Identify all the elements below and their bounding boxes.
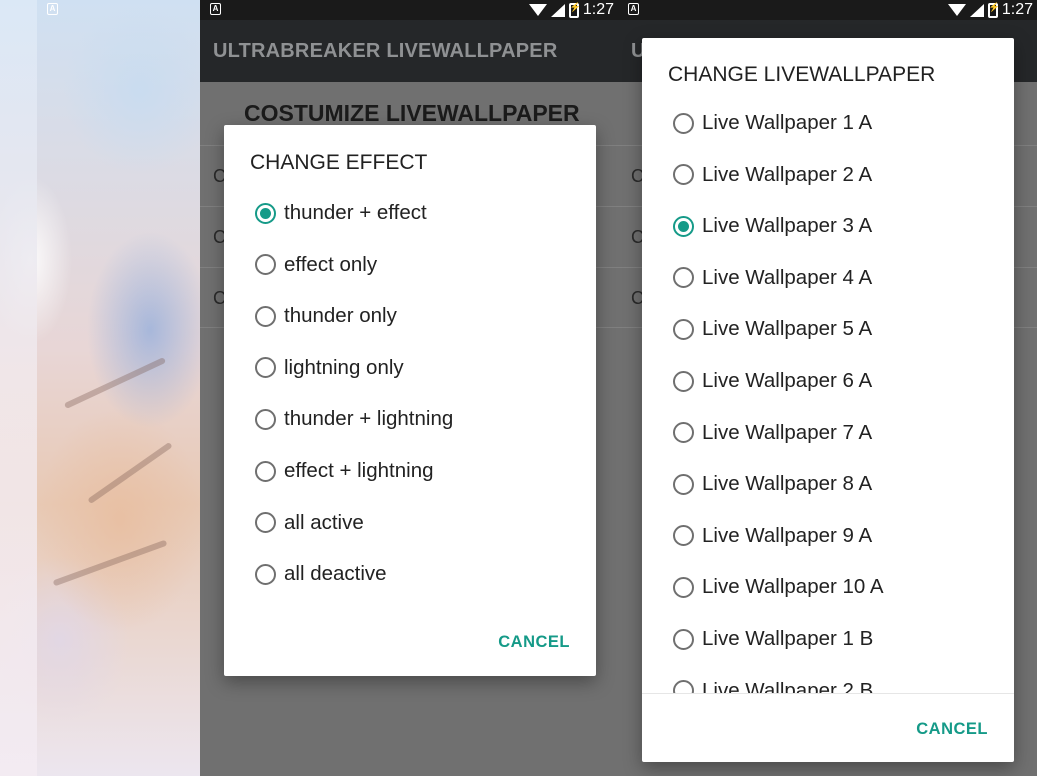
radio-option[interactable]: Live Wallpaper 1 A [673,103,872,143]
wallpaper-art-preview: A [0,0,200,776]
signal-icon [969,3,984,17]
wallpaper-option-list[interactable]: Live Wallpaper 1 A Live Wallpaper 2 A Live… [642,98,1014,693]
art-streak [87,441,173,505]
radio-option[interactable]: Live Wallpaper 10 A [673,567,884,607]
dialog-title: CHANGE LIVEWALLPAPER [668,63,936,86]
radio-unchecked-icon[interactable] [673,318,694,340]
battery-charging-icon [568,2,581,18]
wifi-icon [528,4,547,16]
radio-option[interactable]: Live Wallpaper 2 B [673,671,873,693]
status-bar: A 1:27 [200,0,618,20]
notification-icon: A [210,3,221,15]
radio-option-label: Live Wallpaper 8 A [702,472,873,496]
radio-unchecked-icon[interactable] [255,563,276,585]
art-status-overlay: A [0,0,200,20]
cancel-button[interactable]: CANCEL [916,720,988,739]
radio-option[interactable]: lightning only [255,348,404,388]
radio-unchecked-icon[interactable] [255,512,276,534]
radio-option-label: Live Wallpaper 9 A [702,523,873,547]
radio-option[interactable]: Live Wallpaper 4 A [673,258,872,298]
left-screen: A 1:27 ULTRABREAKER LIVEWALLPAPER COSTUM… [200,0,618,776]
radio-option[interactable]: effect + lightning [255,451,434,491]
radio-option[interactable]: all active [255,503,364,543]
radio-option-label: all deactive [284,562,387,586]
radio-unchecked-icon[interactable] [255,305,276,327]
radio-option-label: lightning only [284,355,404,379]
radio-option[interactable]: Live Wallpaper 1 B [673,619,873,659]
radio-option-label: Live Wallpaper 3 A [702,214,873,238]
radio-checked-icon[interactable] [255,202,276,224]
radio-option-label: Live Wallpaper 10 A [702,575,884,599]
notification-icon: A [47,3,58,15]
radio-option-label: Live Wallpaper 2 B [702,678,874,693]
radio-option[interactable]: Live Wallpaper 8 A [673,464,872,504]
status-icons: 1:27 [528,1,614,19]
art-streak [52,539,168,587]
radio-option-label: Live Wallpaper 4 A [702,265,873,289]
battery-charging-icon [987,2,1000,18]
radio-unchecked-icon[interactable] [255,357,276,379]
right-screen: A 1:27 U C C C CHANGE LIVEWALLPAPER Live… [618,0,1037,776]
change-livewallpaper-dialog: CHANGE LIVEWALLPAPER Live Wallpaper 1 AL… [642,38,1014,762]
radio-unchecked-icon[interactable] [673,164,694,186]
radio-option-label: Live Wallpaper 1 B [702,627,874,650]
change-effect-dialog: CHANGE EFFECT thunder + effect effect onl… [224,125,596,676]
signal-icon [550,3,565,17]
status-bar: A 1:27 [618,0,1037,20]
radio-option[interactable]: Live Wallpaper 7 A [673,413,872,453]
radio-option-label: thunder + effect [284,201,427,224]
radio-option[interactable]: Live Wallpaper 3 A [673,206,872,246]
radio-option-label: Live Wallpaper 1 A [702,111,873,134]
radio-checked-icon[interactable] [673,215,694,237]
radio-unchecked-icon[interactable] [673,576,694,598]
status-icons: 1:27 [947,1,1033,19]
radio-unchecked-icon[interactable] [673,370,694,392]
app-bar: ULTRABREAKER LIVEWALLPAPER [200,20,618,82]
radio-option-label: effect + lightning [284,459,434,482]
radio-option-label: Live Wallpaper 7 A [702,420,873,444]
radio-option-label: all active [284,510,364,534]
radio-option-label: effect only [284,252,378,276]
radio-unchecked-icon[interactable] [673,267,694,289]
dialog-divider [642,693,1014,694]
radio-option-label: thunder + lightning [284,407,454,431]
radio-option[interactable]: Live Wallpaper 2 A [673,155,872,195]
radio-option[interactable]: thunder + lightning [255,399,453,439]
cancel-button[interactable]: CANCEL [498,633,570,652]
radio-option[interactable]: thunder + effect [255,193,427,233]
radio-option[interactable]: all deactive [255,554,387,594]
radio-option-label: Live Wallpaper 6 A [702,369,873,392]
radio-unchecked-icon[interactable] [673,473,694,495]
art-edge-strip [0,0,37,776]
radio-option[interactable]: Live Wallpaper 9 A [673,516,872,556]
radio-unchecked-icon[interactable] [255,408,276,430]
radio-option-label: Live Wallpaper 2 A [702,162,873,186]
status-time: 1:27 [582,1,614,18]
radio-option[interactable]: effect only [255,245,377,285]
radio-unchecked-icon[interactable] [255,254,276,276]
radio-unchecked-icon[interactable] [673,112,694,134]
status-time: 1:27 [1001,1,1033,18]
radio-unchecked-icon[interactable] [673,680,694,693]
radio-option-label: thunder only [284,304,397,328]
radio-unchecked-icon[interactable] [255,460,276,482]
radio-option[interactable]: Live Wallpaper 5 A [673,309,872,349]
section-heading: COSTUMIZE LIVEWALLPAPER [244,100,580,126]
radio-unchecked-icon[interactable] [673,525,694,547]
radio-option[interactable]: thunder only [255,296,397,336]
dialog-title: CHANGE EFFECT [250,151,428,174]
radio-unchecked-icon[interactable] [673,628,694,650]
radio-unchecked-icon[interactable] [673,422,694,444]
radio-option-label: Live Wallpaper 5 A [702,317,873,341]
art-streak [63,357,167,409]
notification-icon: A [628,3,639,15]
wifi-icon [947,4,966,16]
radio-option[interactable]: Live Wallpaper 6 A [673,361,872,401]
app-title: ULTRABREAKER LIVEWALLPAPER [213,40,558,62]
